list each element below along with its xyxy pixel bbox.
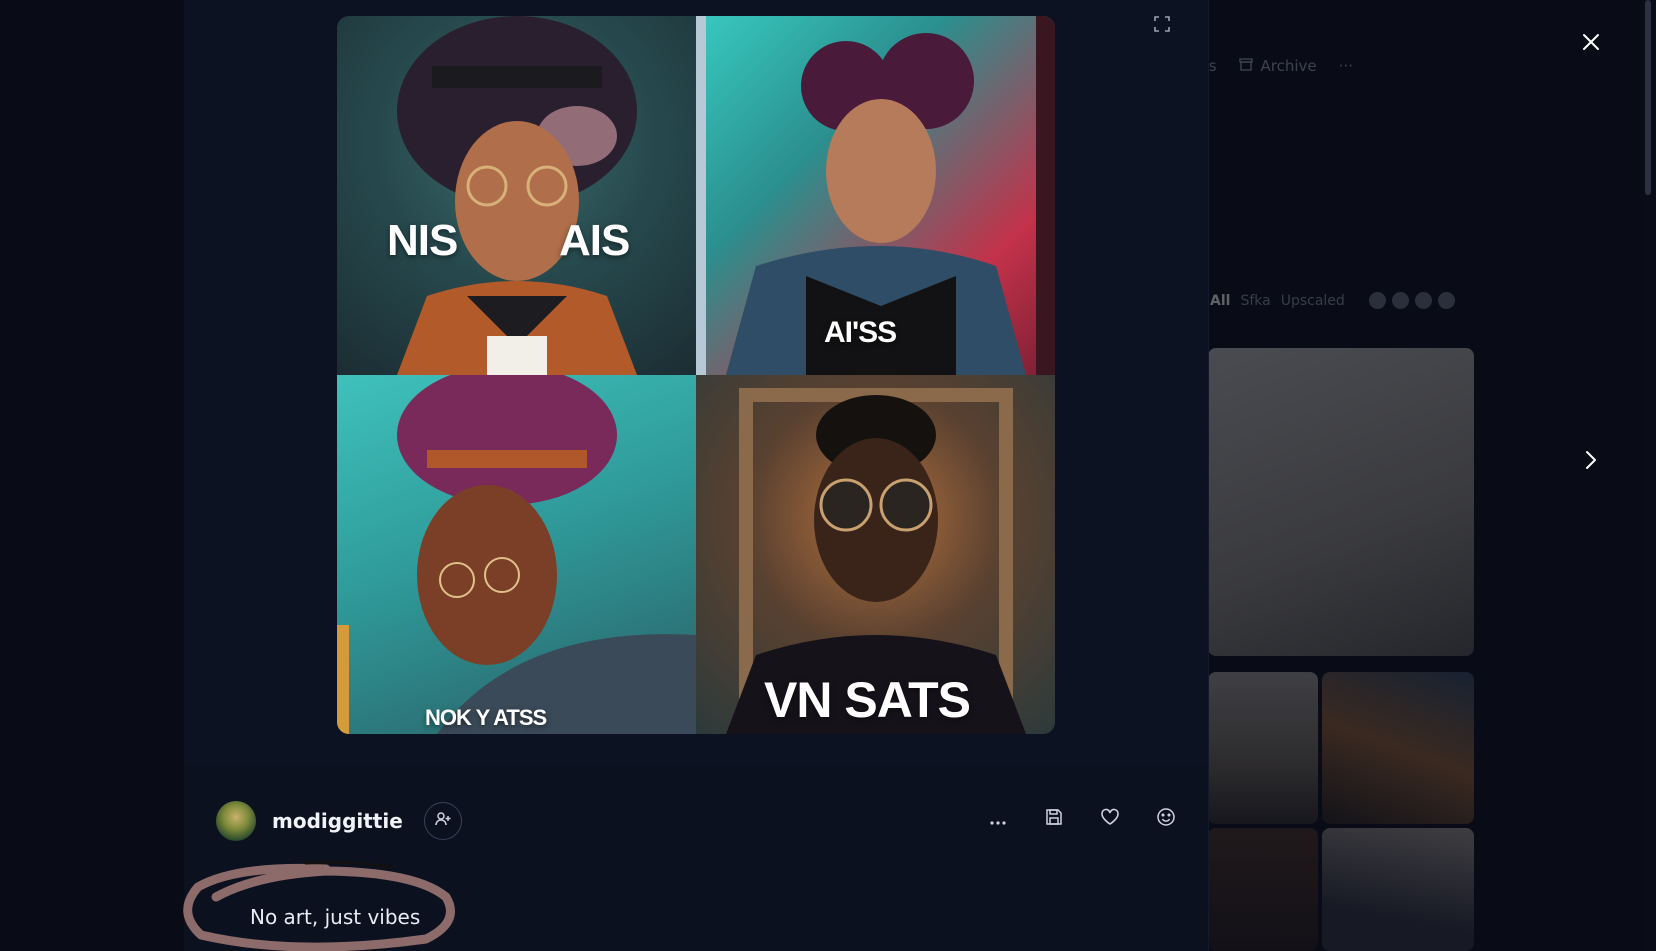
scrollbar[interactable] — [1642, 0, 1656, 951]
filter-option: Sfka — [1240, 292, 1271, 309]
follow-button[interactable] — [423, 802, 462, 840]
poster-text: AI'SS — [824, 316, 897, 349]
background-nav: obs Archive ··· — [1190, 50, 1353, 82]
background-nav-archive: Archive — [1238, 57, 1317, 75]
post-caption: No art, just vibes — [250, 905, 421, 929]
poster-text: NIS — [387, 216, 458, 265]
background-thumbnail — [1208, 828, 1318, 951]
caption-area: No art, just vibes — [183, 857, 484, 951]
smiley-icon — [1156, 807, 1176, 831]
archive-icon — [1238, 57, 1253, 75]
image-grid[interactable]: NIS AIS AI'SS NOK Y ATSS VN SATS — [337, 16, 1055, 734]
heart-icon — [1100, 808, 1120, 830]
more-horizontal-icon — [990, 810, 1006, 829]
close-button[interactable] — [1573, 26, 1609, 62]
background-thumbnail — [1208, 672, 1318, 824]
image-tile[interactable]: NIS AIS — [337, 16, 696, 375]
author-username[interactable]: modiggittie — [272, 809, 403, 833]
scribble-annotation — [183, 861, 455, 951]
background-filters: All Sfka Upscaled — [1210, 292, 1455, 309]
poster-text: AIS — [559, 216, 630, 265]
background-reaction-icons — [1368, 292, 1455, 309]
archive-label: Archive — [1260, 57, 1317, 75]
post-modal: NIS AIS AI'SS NOK Y ATSS VN SATS modiggi… — [183, 0, 1209, 951]
post-info: modiggittie No art, just vibes — [183, 765, 1208, 951]
more-options-button[interactable] — [982, 801, 1014, 837]
close-icon — [1582, 33, 1600, 55]
post-actions — [982, 801, 1182, 837]
next-image-button[interactable] — [1573, 444, 1609, 480]
like-button[interactable] — [1094, 801, 1126, 837]
poster-text: NOK Y ATSS — [425, 705, 547, 730]
filter-all: All — [1210, 292, 1231, 309]
image-tile[interactable]: AI'SS — [696, 16, 1055, 375]
portrait-illustration — [397, 16, 637, 375]
expand-button[interactable] — [1150, 14, 1174, 38]
follow-user-icon — [434, 810, 452, 832]
image-tile[interactable]: NOK Y ATSS — [337, 375, 696, 734]
react-button[interactable] — [1150, 801, 1182, 837]
save-button[interactable] — [1038, 801, 1070, 837]
background-thumbnail — [1208, 348, 1474, 656]
scrollbar-thumb[interactable] — [1645, 0, 1651, 195]
portrait-illustration — [337, 375, 696, 734]
author-row: modiggittie — [216, 801, 462, 841]
filter-option: Upscaled — [1280, 292, 1345, 309]
chevron-right-icon — [1585, 450, 1597, 474]
expand-icon — [1154, 16, 1170, 36]
image-tile[interactable]: VN SATS — [696, 375, 1055, 734]
background-nav-more: ··· — [1338, 57, 1353, 75]
avatar[interactable] — [216, 801, 256, 841]
poster-text: VN SATS — [764, 672, 971, 728]
background-thumbnail — [1322, 828, 1474, 951]
save-icon — [1045, 808, 1063, 830]
image-viewer: NIS AIS AI'SS NOK Y ATSS VN SATS — [184, 0, 1208, 765]
background-thumbnail — [1322, 672, 1474, 824]
